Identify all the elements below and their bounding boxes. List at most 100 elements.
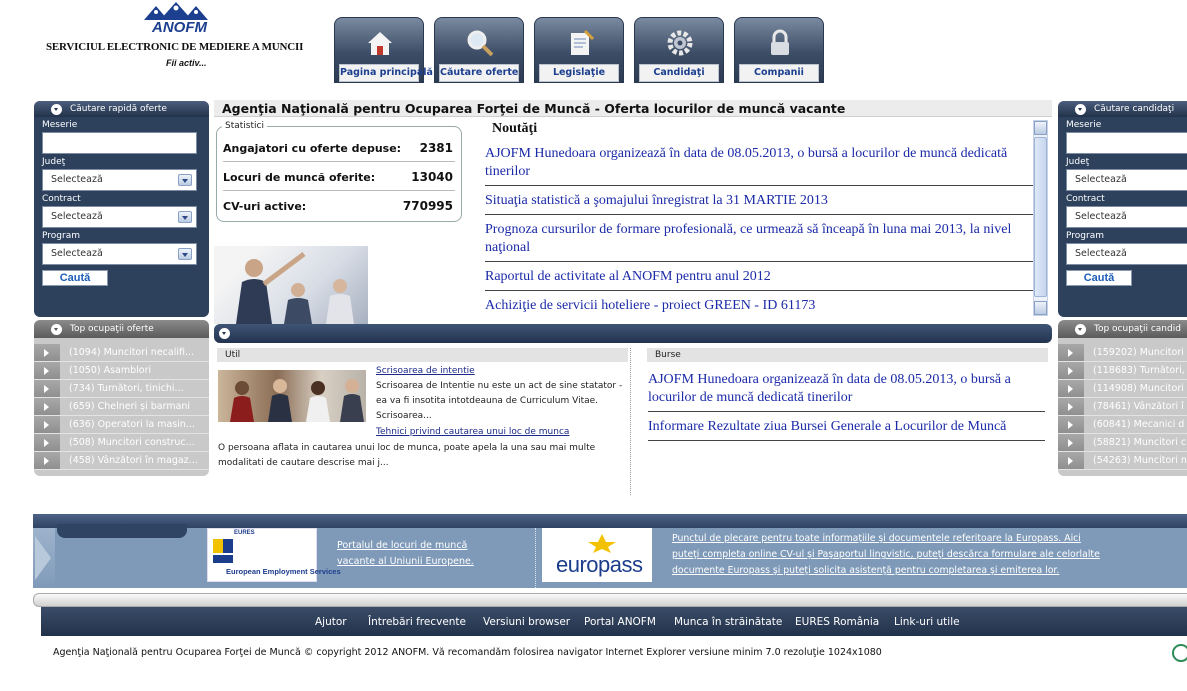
top-offer-occupations-title: Top ocupaţii oferte [70, 324, 154, 334]
candidate-meserie-input[interactable] [1066, 132, 1187, 154]
europass-logo[interactable]: europass [542, 528, 652, 582]
eures-logo-icon [213, 539, 233, 563]
footer-link-help[interactable]: Ajutor [315, 616, 347, 628]
tab-companies[interactable]: Companii [734, 17, 824, 83]
cover-letter-text-line: ea va fi insotita intotdeauna de Curricu… [376, 396, 599, 406]
footer-link-browser[interactable]: Versiuni browser [483, 616, 570, 628]
burse-item[interactable]: Informare Rezultate ziua Bursei Generale… [648, 418, 1045, 441]
tab-home[interactable]: Pagina principală [334, 17, 433, 83]
top-candidate-item-label: (118683) Turnători, [1093, 365, 1185, 376]
tab-candidates[interactable]: Candidaţi [634, 17, 724, 83]
news-item[interactable]: Achiziţie de servicii hoteliere - proiec… [485, 297, 1033, 317]
top-candidate-item[interactable]: (78461) Vânzători î [1058, 398, 1187, 416]
top-candidate-item[interactable]: (58821) Muncitori c [1058, 434, 1187, 452]
contract-select[interactable]: Selectează [42, 206, 197, 228]
footer-link-useful[interactable]: Link-uri utile [894, 616, 960, 628]
top-offer-item-label: (734) Turnători, tinichi... [69, 383, 184, 394]
stat-jobs: Locuri de muncă oferite: 13040 [223, 164, 455, 191]
footer-link-faq[interactable]: Întrebări frecvente [368, 616, 466, 628]
job-search-text-line: modalitati de cautare descrise mai j... [218, 458, 389, 468]
quick-offer-search-header[interactable]: Căutare rapidă oferte [34, 101, 209, 117]
top-candidate-item[interactable]: (159202) Muncitori [1058, 344, 1187, 362]
chevron-down-icon [219, 328, 230, 339]
section-divider-bar[interactable] [214, 324, 1052, 343]
stat-jobs-value: 13040 [411, 170, 453, 184]
candidate-program-select[interactable]: Selectează [1066, 243, 1187, 265]
chevron-down-icon [1075, 104, 1086, 115]
top-candidate-occupations-header[interactable]: Top ocupaţii candid [1058, 320, 1187, 338]
tab-search-offers[interactable]: Căutare oferte [434, 17, 524, 83]
top-offer-item[interactable]: (659) Chelneri și barmani [34, 398, 209, 416]
top-candidate-item[interactable]: (54263) Muncitori n [1058, 452, 1187, 470]
footer-link-portal[interactable]: Portal ANOFM [584, 616, 656, 628]
europass-star-icon [588, 534, 616, 553]
anofm-logo-icon [144, 2, 208, 20]
meserie-input[interactable] [42, 132, 197, 154]
document-icon [571, 29, 595, 55]
chevron-down-icon [178, 248, 192, 260]
europass-info-link[interactable]: Punctul de plecare pentru toate informaţ… [672, 531, 1100, 579]
top-candidate-item-label: (60841) Mecanici d [1093, 419, 1185, 430]
job-search-techniques-link[interactable]: Tehnici privind cautarea unui loc de mun… [376, 427, 569, 437]
europass-info-line: puteţi completa online CV-ul şi Paşaport… [672, 549, 1100, 560]
news-item[interactable]: Prognoza cursurilor de formare profesion… [485, 221, 1033, 262]
top-offer-item-label: (1050) Asamblori [69, 365, 152, 376]
top-candidate-item[interactable]: (60841) Mecanici d [1058, 416, 1187, 434]
news-item[interactable]: AJOFM Hunedoara organizează în data de 0… [485, 145, 1033, 186]
top-offer-item[interactable]: (508) Muncitori construc... [34, 434, 209, 452]
news-item[interactable]: Situaţia statistică a şomajului înregist… [485, 192, 1033, 215]
top-offer-item[interactable]: (1050) Asamblori [34, 362, 209, 380]
top-offer-occupations-panel: Top ocupaţii oferte (1094) Muncitori nec… [34, 320, 209, 476]
arrow-right-icon [1058, 398, 1084, 415]
program-select[interactable]: Selectează [42, 243, 197, 265]
footer-link-abroad[interactable]: Munca în străinătate [674, 616, 782, 628]
candidate-judet-select[interactable]: Selectează [1066, 169, 1187, 191]
top-offer-item[interactable]: (458) Vânzători în magaz... [34, 452, 209, 470]
meserie-label: Meserie [42, 120, 78, 130]
cover-letter-link[interactable]: Scrisoarea de intentie [376, 366, 475, 376]
statistics-legend: Statistici [222, 121, 267, 131]
scrollbar-thumb[interactable] [1034, 137, 1047, 297]
search-candidates-button[interactable]: Caută [1066, 270, 1132, 286]
top-candidate-item[interactable]: (118683) Turnători, [1058, 362, 1187, 380]
candidate-contract-select[interactable]: Selectează [1066, 206, 1187, 228]
top-offer-item[interactable]: (734) Turnători, tinichi... [34, 380, 209, 398]
burse-section: Burse [647, 348, 1048, 362]
quick-offer-search-title: Căutare rapidă oferte [70, 104, 167, 114]
tab-legislation[interactable]: Legislaţie [534, 17, 624, 83]
accessibility-icon[interactable] [1172, 644, 1187, 662]
judet-select[interactable]: Selectează [42, 169, 197, 191]
eures-portal-link[interactable]: Portalul de locuri de muncă vacante al U… [337, 538, 474, 570]
arrow-right-icon [34, 434, 60, 451]
top-offer-occupations-header[interactable]: Top ocupaţii oferte [34, 320, 209, 338]
band-separator [535, 528, 536, 588]
program-label: Program [1066, 231, 1104, 241]
top-offer-item[interactable]: (1094) Muncitori necalifi... [34, 344, 209, 362]
top-candidate-item[interactable]: (114908) Muncitori [1058, 380, 1187, 398]
top-offer-item-label: (1094) Muncitori necalifi... [69, 347, 195, 358]
arrow-right-icon [34, 362, 60, 379]
europass-info-line: documente Europass şi puteţi solicita as… [672, 565, 1060, 576]
statistics-box: Angajatori cu oferte depuse: 2381 Locuri … [216, 126, 462, 222]
search-offers-button[interactable]: Caută [42, 270, 108, 286]
program-select-value: Selectează [51, 248, 103, 259]
news-scrollbar[interactable] [1033, 120, 1048, 316]
home-icon [368, 32, 392, 55]
bottom-bar [33, 593, 1187, 607]
footer-link-eures[interactable]: EURES România [795, 616, 879, 628]
scroll-up-icon[interactable] [1034, 121, 1047, 135]
scroll-down-icon[interactable] [1034, 301, 1047, 315]
stat-employers: Angajatori cu oferte depuse: 2381 [223, 135, 455, 162]
band-tab [57, 524, 187, 538]
top-candidate-item-label: (114908) Muncitori [1093, 383, 1184, 394]
util-section: Util [217, 348, 628, 362]
job-search-text: O persoana aflata in cautarea unui loc d… [218, 441, 595, 471]
logo-text[interactable]: ANOFM [152, 19, 207, 36]
news-item[interactable]: Raportul de activitate al ANOFM pentru a… [485, 268, 1033, 291]
burse-item[interactable]: AJOFM Hunedoara organizează în data de 0… [648, 371, 1045, 412]
tab-home-label: Pagina principală [339, 64, 433, 82]
eures-logo[interactable]: EURES European Employment Services [207, 528, 341, 582]
candidate-search-header[interactable]: Căutare candidaţi [1058, 101, 1187, 117]
chevron-down-icon [51, 324, 62, 335]
top-offer-item[interactable]: (636) Operatori la masin... [34, 416, 209, 434]
